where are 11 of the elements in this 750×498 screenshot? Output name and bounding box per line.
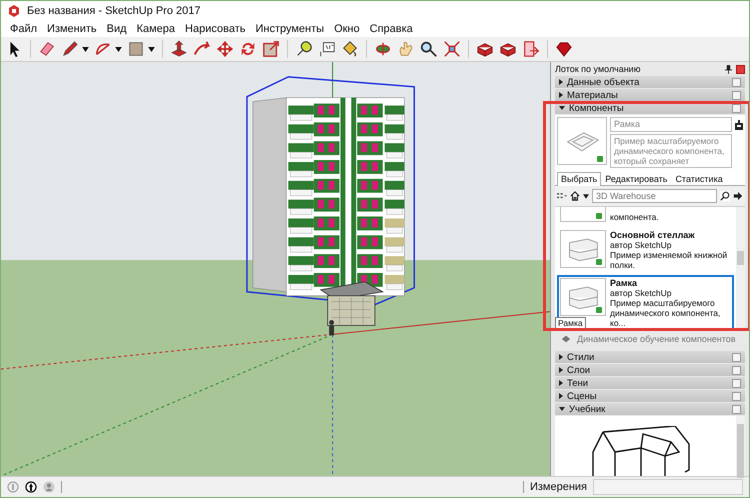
- component-author: автор SketchUp: [610, 240, 673, 250]
- component-author: автор SketchUp: [610, 288, 673, 298]
- tray-title: Лоток по умолчанию: [555, 64, 642, 74]
- window-title: Без названия - SketchUp Pro 2017: [27, 5, 200, 17]
- component-description: Пример изменяемой книжной полки.: [610, 250, 728, 270]
- component-description: Пример масштабируемого динамического компонента, ко...: [610, 298, 722, 328]
- component-description: компонента.: [610, 212, 659, 222]
- tooltip: Рамка: [555, 317, 586, 329]
- component-title: Рамка: [610, 278, 638, 288]
- measurements-label: Измерения: [530, 481, 587, 493]
- component-title: Основной стеллаж: [610, 230, 696, 240]
